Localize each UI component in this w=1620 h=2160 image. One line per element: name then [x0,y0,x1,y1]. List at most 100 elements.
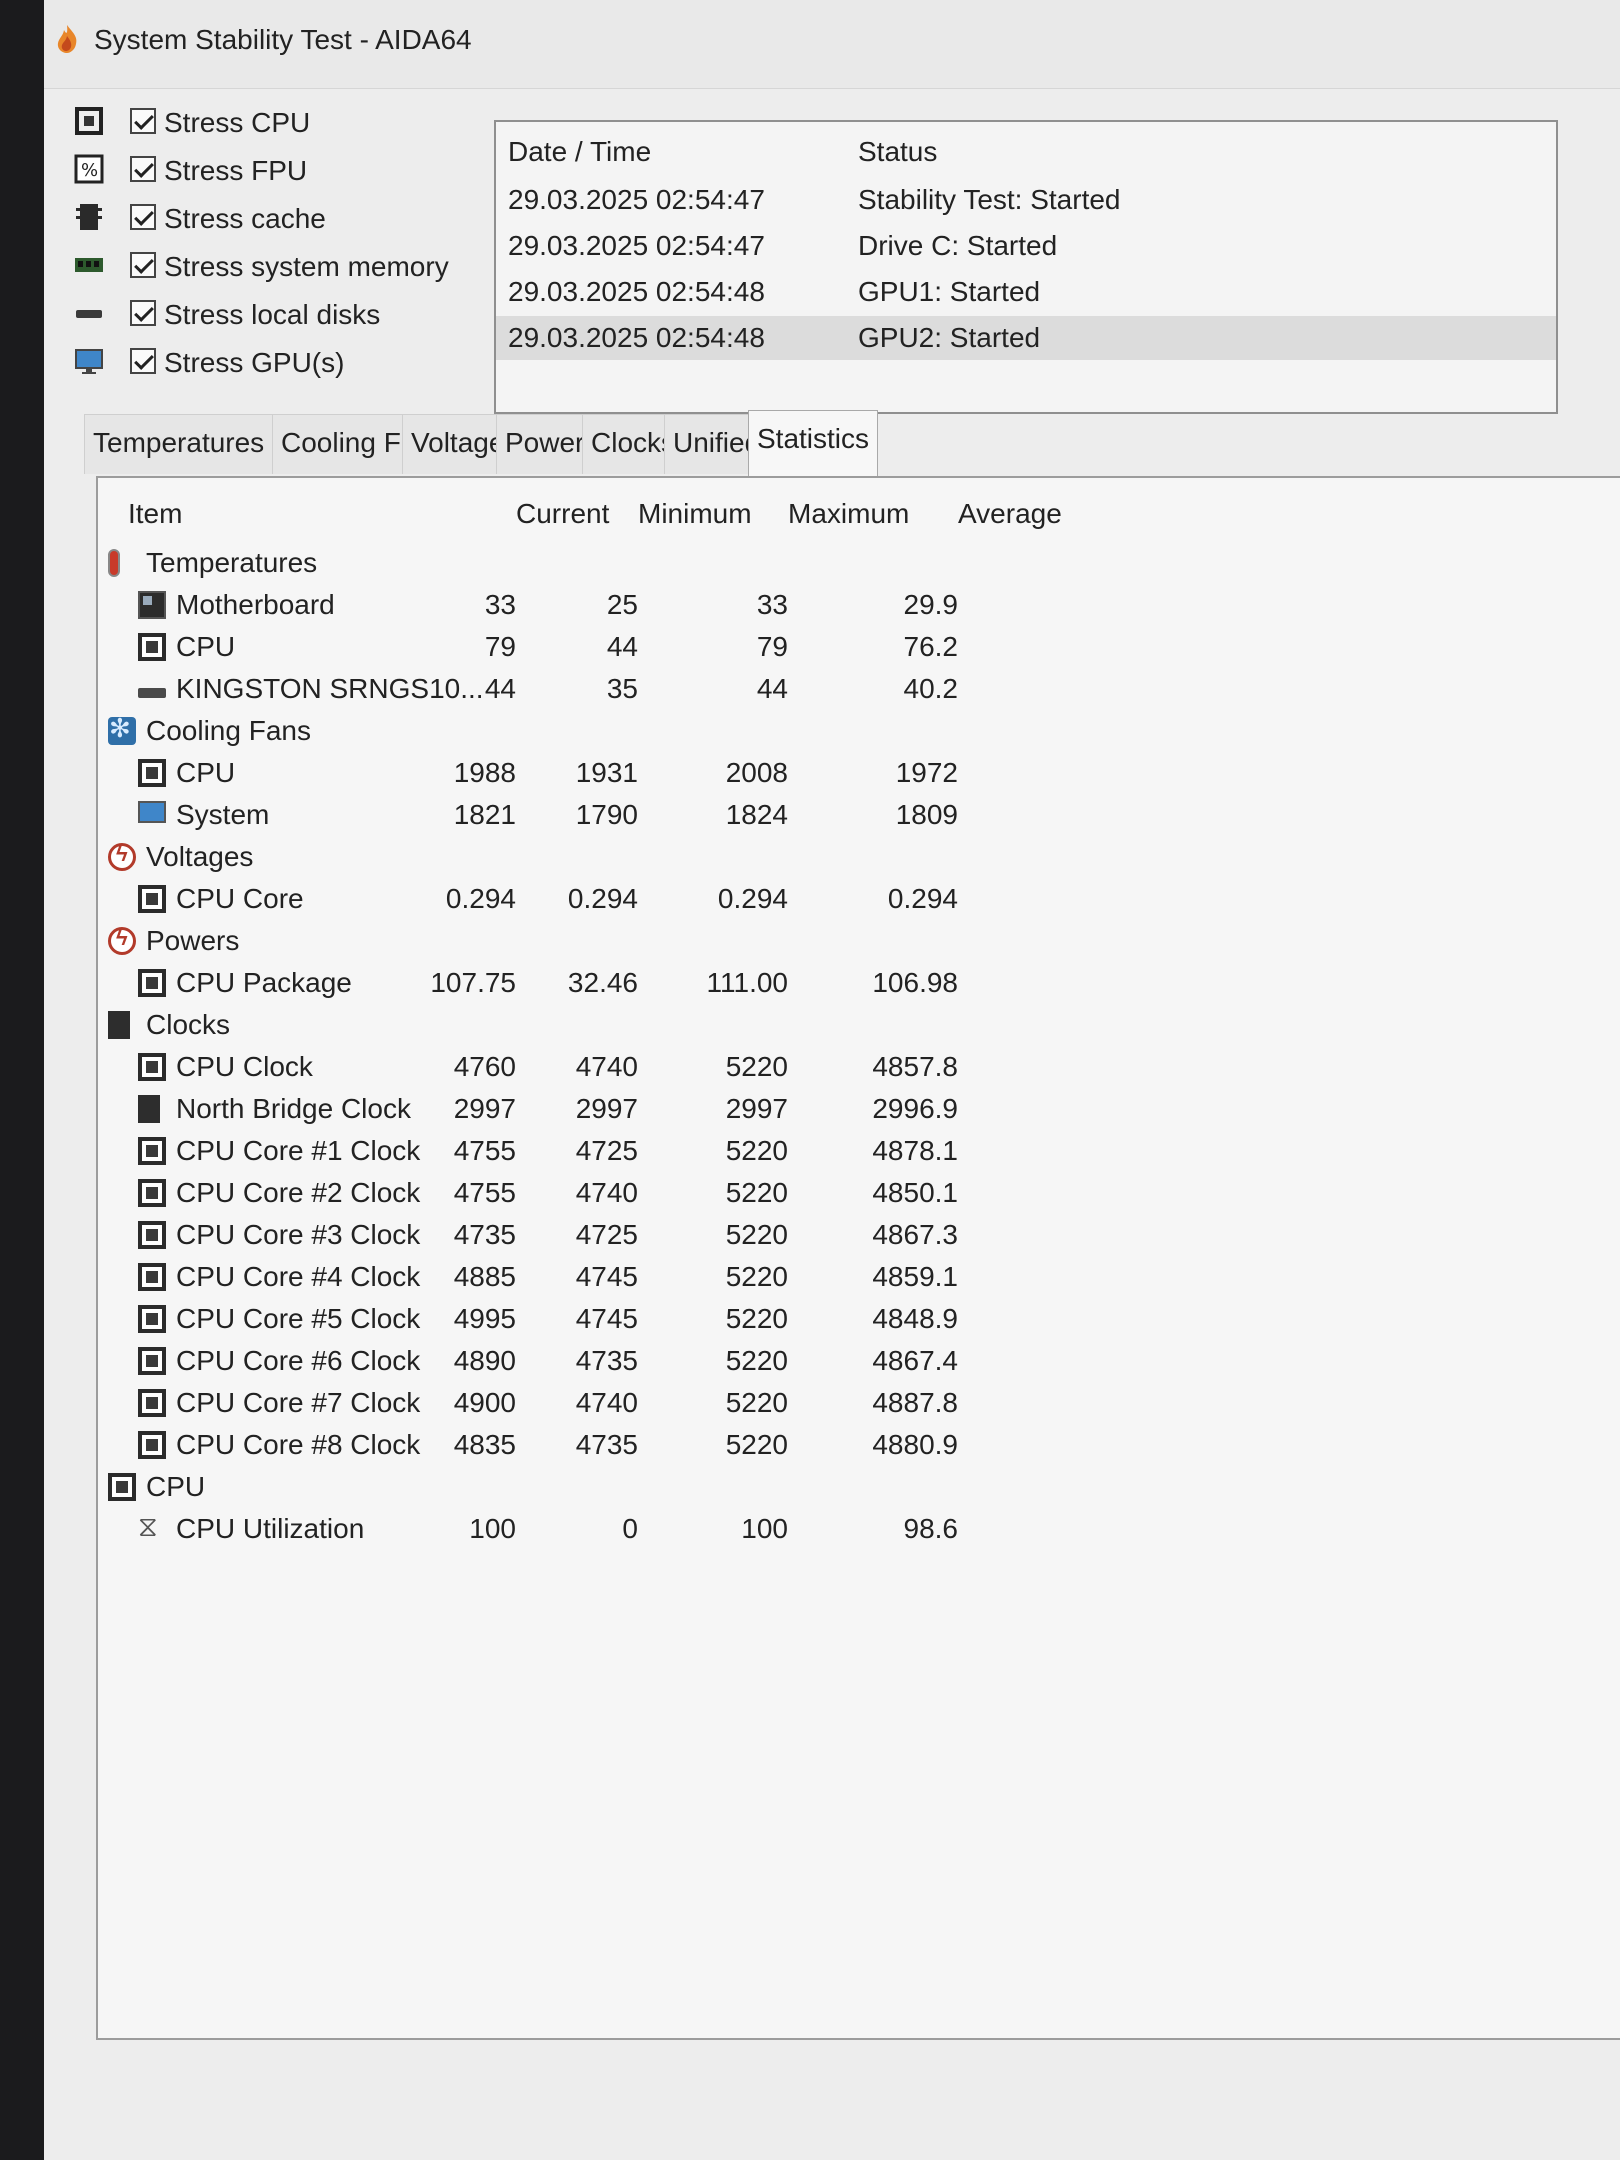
sensor-row[interactable]: CPU Core #5 Clock 4995 4745 5220 4848.9 [98,1300,1098,1342]
log-row[interactable]: 29.03.2025 02:54:47 Stability Test: Start… [496,178,1556,222]
stress-option-stress-gpu-s-[interactable]: Stress GPU(s) [74,340,494,388]
sensor-row[interactable]: CPU 1988 1931 2008 1972 [98,754,1098,796]
cell-maximum: 5220 [725,1387,788,1418]
statistics-table[interactable]: Item Current Minimum Maximum Average Tem… [96,476,1620,2040]
log-datetime: 29.03.2025 02:54:47 [508,184,765,215]
log-header-datetime[interactable]: Date / Time [508,136,651,168]
sensor-row[interactable]: CPU Core 0.294 0.294 0.294 0.294 [98,880,1098,922]
stress-option-stress-fpu[interactable]: % Stress FPU [74,148,494,196]
log-datetime: 29.03.2025 02:54:48 [508,322,765,353]
row-item-name: Cooling Fans [146,715,311,746]
cell-current: 4735 [453,1219,516,1250]
log-row[interactable]: 29.03.2025 02:54:48 GPU2: Started [496,316,1556,360]
checkbox-checked[interactable] [130,348,156,374]
cell-average: 1809 [895,799,958,830]
sensor-row[interactable]: CPU Core #2 Clock 4755 4740 5220 4850.1 [98,1174,1098,1216]
sensor-row[interactable]: CPU Clock 4760 4740 5220 4857.8 [98,1048,1098,1090]
cell-minimum: 1931 [575,757,638,788]
group-row[interactable]: Cooling Fans [98,712,1098,754]
log-row[interactable]: 29.03.2025 02:54:47 Drive C: Started [496,224,1556,268]
column-header-current[interactable]: Current [516,498,609,530]
event-log[interactable]: Date / Time Status 29.03.2025 02:54:47 St… [494,120,1558,414]
cell-maximum: 2008 [725,757,788,788]
stress-option-stress-cpu[interactable]: Stress CPU [74,100,494,148]
cell-current: 4760 [453,1051,516,1082]
cell-maximum: 5220 [725,1177,788,1208]
cell-current: 107.75 [430,967,516,998]
cell-maximum: 100 [741,1513,788,1544]
cell-maximum: 79 [756,631,788,662]
fpu-icon: % [74,154,104,184]
row-item-name: CPU Clock [176,1051,313,1082]
cell-minimum: 4740 [575,1051,638,1082]
column-header-minimum[interactable]: Minimum [638,498,752,530]
log-header-status[interactable]: Status [858,136,937,168]
row-item-name: CPU Core #4 Clock [176,1261,421,1292]
sensor-row[interactable]: CPU Core #6 Clock 4890 4735 5220 4867.4 [98,1342,1098,1384]
cell-average: 2996.9 [872,1093,958,1124]
column-header-maximum[interactable]: Maximum [788,498,909,530]
hourglass-icon [138,1511,166,1544]
cell-minimum: 2997 [575,1093,638,1124]
cell-current: 4900 [453,1387,516,1418]
sensor-row[interactable]: CPU Core #8 Clock 4835 4735 5220 4880.9 [98,1426,1098,1468]
checkbox-checked[interactable] [130,156,156,182]
stress-option-label: Stress local disks [164,299,381,330]
stress-option-label: Stress FPU [164,155,308,186]
group-row[interactable]: CPU [98,1468,1098,1510]
stress-option-stress-system-memory[interactable]: Stress system memory [74,244,494,292]
sensor-row[interactable]: CPU Core #4 Clock 4885 4745 5220 4859.1 [98,1258,1098,1300]
row-item-name: CPU Core #7 Clock [176,1387,421,1418]
title-bar[interactable]: System Stability Test - AIDA64 [44,0,1620,89]
stress-option-stress-local-disks[interactable]: Stress local disks [74,292,494,340]
cell-minimum: 0 [622,1513,638,1544]
checkbox-checked[interactable] [130,204,156,230]
sensor-row[interactable]: CPU Core #3 Clock 4735 4725 5220 4867.3 [98,1216,1098,1258]
stress-option-label: Stress cache [164,203,326,234]
aida64-window: System Stability Test - AIDA64 Stress CP… [44,0,1620,2160]
sensor-row[interactable]: CPU 79 44 79 76.2 [98,628,1098,670]
cache-icon [76,204,102,230]
group-row[interactable]: Temperatures [98,544,1098,586]
sensor-row[interactable]: CPU Package 107.75 32.46 111.00 106.98 [98,964,1098,1006]
sensor-row[interactable]: System 1821 1790 1824 1809 [98,796,1098,838]
sensor-row[interactable]: CPU Core #7 Clock 4900 4740 5220 4887.8 [98,1384,1098,1426]
log-row[interactable]: 29.03.2025 02:54:48 GPU1: Started [496,270,1556,314]
sensor-row[interactable]: KINGSTON SRNGS10... 44 35 44 40.2 [98,670,1098,712]
column-header-item[interactable]: Item [128,498,182,530]
cell-maximum: 111.00 [706,967,788,998]
tab-statistics[interactable]: Statistics [748,410,879,476]
sensor-row[interactable]: North Bridge Clock 2997 2997 2997 2996.9 [98,1090,1098,1132]
column-header-average[interactable]: Average [958,498,1062,530]
cell-minimum: 4740 [575,1177,638,1208]
stress-option-label: Stress system memory [164,251,449,282]
cell-maximum: 5220 [725,1219,788,1250]
checkbox-checked[interactable] [130,252,156,278]
cell-current: 100 [469,1513,516,1544]
group-row[interactable]: Powers [98,922,1098,964]
thermometer-icon [108,549,120,577]
motherboard-icon [138,591,166,619]
cell-maximum: 5220 [725,1429,788,1460]
cell-average: 40.2 [903,673,959,704]
row-item-name: CPU Core #6 Clock [176,1345,421,1376]
row-item-name: CPU Package [176,967,352,998]
sensor-row[interactable]: CPU Utilization 100 0 100 98.6 [98,1510,1098,1552]
checkbox-checked[interactable] [130,300,156,326]
checkbox-checked[interactable] [130,108,156,134]
cpu-chip-icon [138,759,166,787]
cpu-chip-icon [138,1179,166,1207]
group-row[interactable]: Clocks [98,1006,1098,1048]
cell-minimum: 4745 [575,1261,638,1292]
cell-minimum: 25 [606,589,638,620]
sensor-row[interactable]: Motherboard 33 25 33 29.9 [98,586,1098,628]
cpu-chip-icon [138,1137,166,1165]
cell-current: 4835 [453,1429,516,1460]
gpu-monitor-icon [75,349,103,374]
sensor-row[interactable]: CPU Core #1 Clock 4755 4725 5220 4878.1 [98,1132,1098,1174]
cell-average: 4850.1 [872,1177,958,1208]
cell-current: 44 [484,673,516,704]
stress-option-stress-cache[interactable]: Stress cache [74,196,494,244]
tab-temperatures[interactable]: Temperatures [84,414,274,474]
group-row[interactable]: Voltages [98,838,1098,880]
